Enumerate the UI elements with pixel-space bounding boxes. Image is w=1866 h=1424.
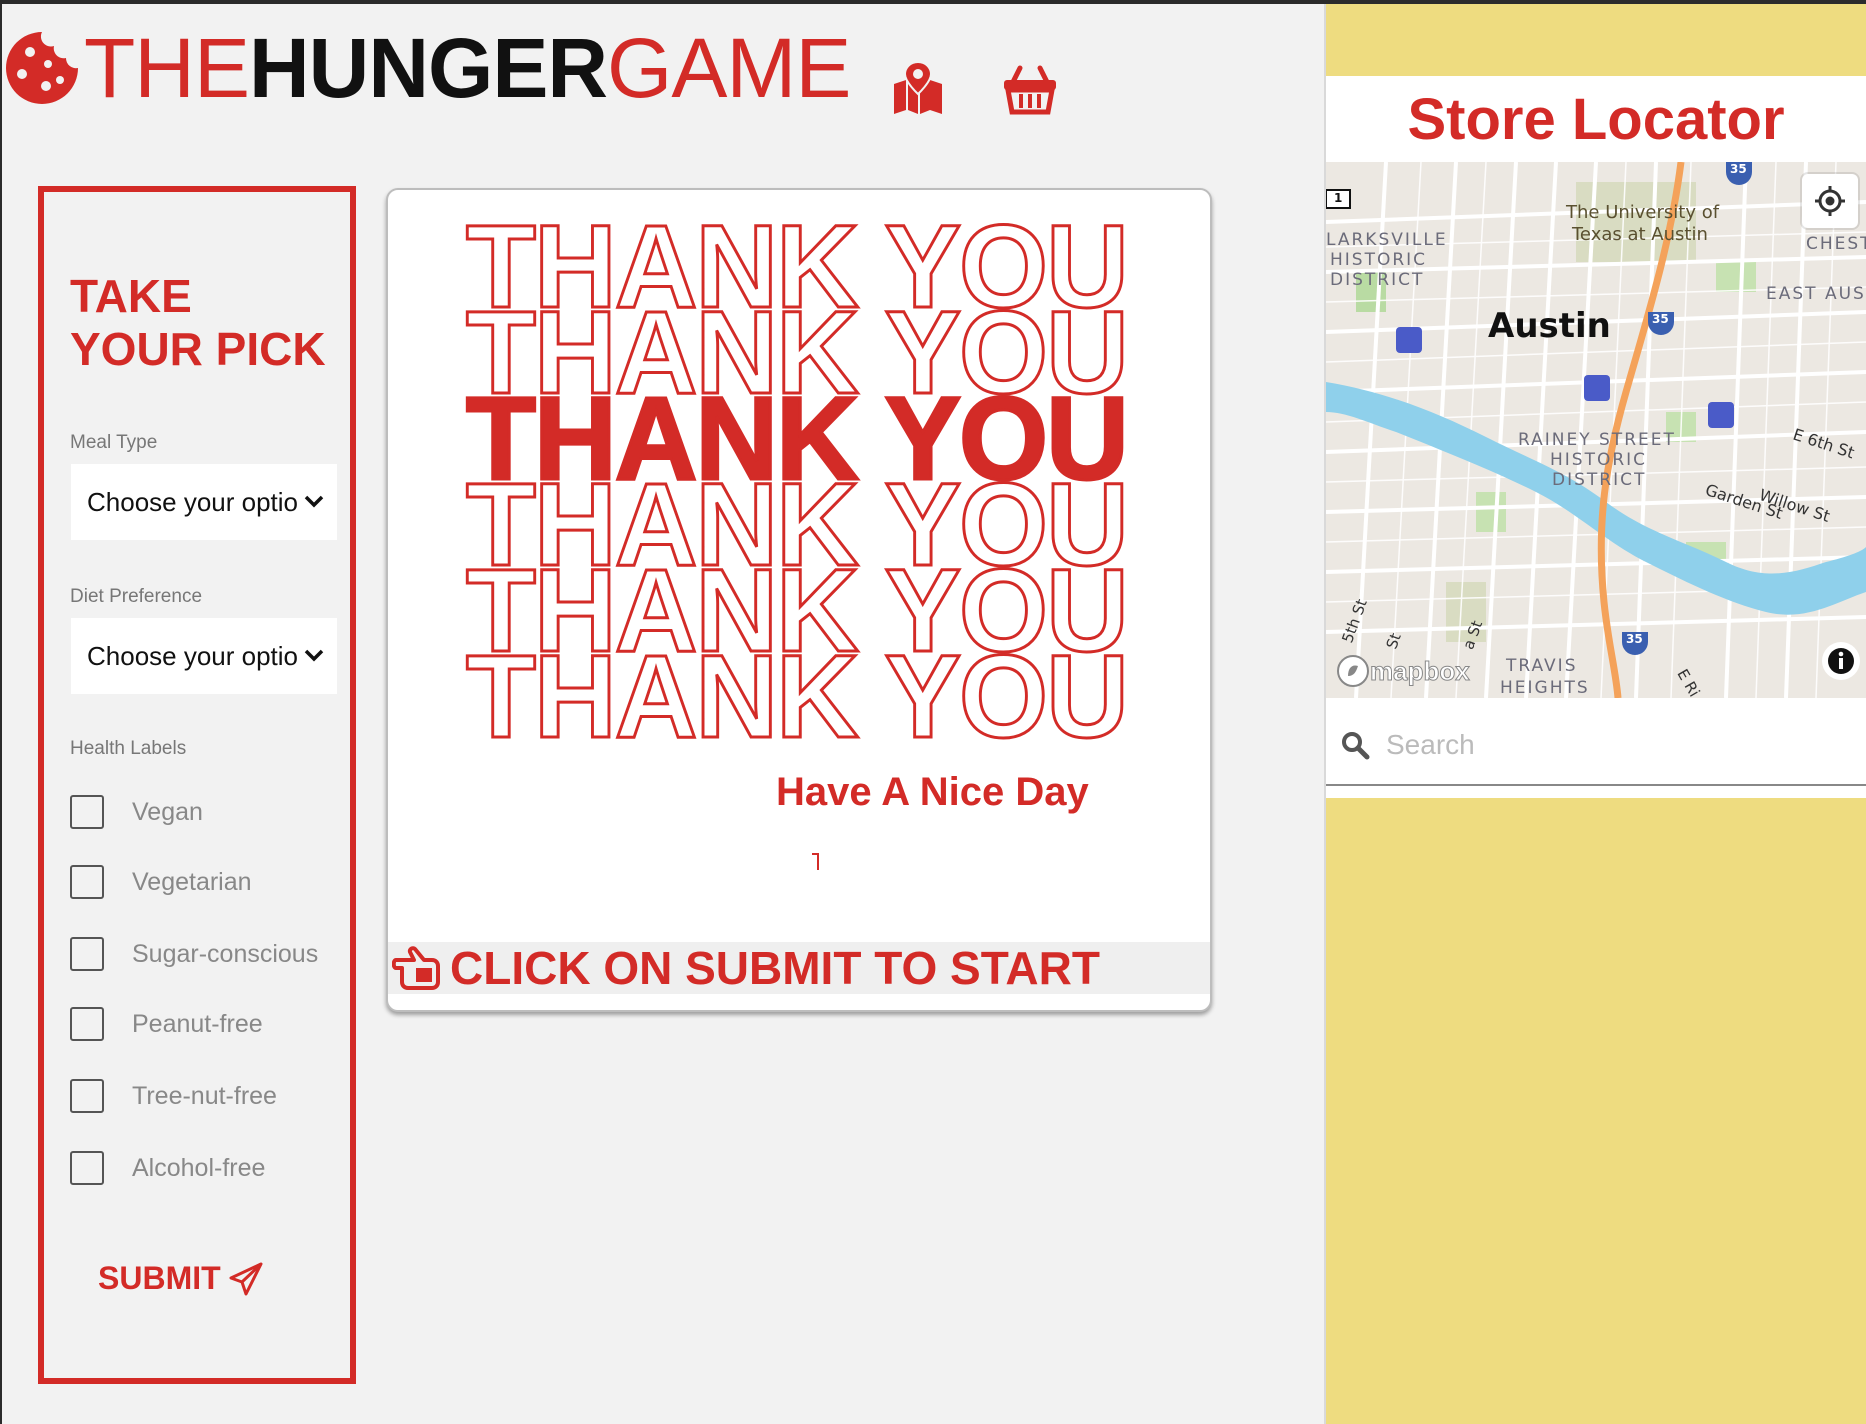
map-label-university-2: Texas at Austin <box>1572 224 1708 245</box>
map-label-rainey-3: DISTRICT <box>1552 470 1647 490</box>
brand-word-game: GAME <box>607 21 851 115</box>
filter-panel-title: TAKE YOUR PICK <box>70 270 350 376</box>
map-info-button[interactable] <box>1822 642 1860 680</box>
checkbox-label: Tree-nut-free <box>132 1081 277 1110</box>
checkbox-tree-nut-free[interactable]: Tree-nut-free <box>70 1076 277 1116</box>
brand-word-hunger: HUNGER <box>249 21 608 115</box>
map-label-city: Austin <box>1488 306 1611 346</box>
brand-logo[interactable]: THEHUNGERGAME <box>2 26 851 110</box>
info-icon <box>1828 648 1854 674</box>
store-locator-panel: Store Locator The University of Texas at… <box>1326 76 1866 798</box>
checkbox-sugar-conscious[interactable]: Sugar-conscious <box>70 934 318 974</box>
thank-you-graphic: THANK YOU THANK YOU THANK YOU THANK YOU … <box>465 207 1131 763</box>
diet-preference-label: Diet Preference <box>70 586 203 607</box>
health-labels-label: Health Labels <box>70 738 187 759</box>
search-icon <box>1342 732 1370 760</box>
map-label-hwy-3: 35 <box>1626 632 1643 646</box>
mapbox-wordmark: mapbox <box>1370 655 1471 686</box>
hand-pointing-icon <box>392 946 440 990</box>
map-icon[interactable] <box>890 60 946 116</box>
filter-title-line-1: TAKE <box>70 270 192 322</box>
checkbox-box[interactable] <box>70 937 104 971</box>
checkbox-label: Vegan <box>132 797 203 826</box>
store-search[interactable] <box>1326 706 1866 786</box>
checkbox-box[interactable] <box>70 1151 104 1185</box>
map-label-historic: HISTORIC <box>1330 250 1428 270</box>
crosshair-icon <box>1815 186 1845 216</box>
filter-title-line-2: YOUR PICK <box>70 323 326 375</box>
submit-label: SUBMIT <box>98 1260 221 1296</box>
store-locator-title: Store Locator <box>1407 87 1785 152</box>
store-map[interactable]: The University of Texas at Austin LARKSV… <box>1326 162 1866 698</box>
checkbox-label: Vegetarian <box>132 867 252 896</box>
checkbox-box[interactable] <box>70 865 104 899</box>
checkbox-label: Sugar-conscious <box>132 939 319 968</box>
map-label-hwy-1: 35 <box>1730 162 1747 176</box>
checkbox-label: Alcohol-free <box>132 1153 266 1182</box>
checkbox-peanut-free[interactable]: Peanut-free <box>70 1004 263 1044</box>
geolocate-button[interactable] <box>1802 174 1858 228</box>
start-prompt-text: CLICK ON SUBMIT TO START <box>450 942 1100 994</box>
filter-panel: TAKE YOUR PICK Meal Type Choose your opt… <box>38 186 356 1384</box>
paper-plane-icon <box>229 1262 263 1295</box>
checkbox-box[interactable] <box>70 1007 104 1041</box>
meal-type-select[interactable]: Choose your option <box>71 464 337 540</box>
brand-wordmark: THEHUNGERGAME <box>84 26 851 110</box>
chevron-down-icon <box>304 495 324 508</box>
store-search-input[interactable] <box>1384 728 1808 762</box>
start-prompt: CLICK ON SUBMIT TO START <box>388 942 1210 994</box>
checkbox-box[interactable] <box>70 795 104 829</box>
map-label-heights: HEIGHTS <box>1500 678 1590 698</box>
checkbox-label: Peanut-free <box>132 1009 263 1038</box>
map-label-rainey-2: HISTORIC <box>1550 450 1648 470</box>
map-label-chest: CHEST <box>1806 234 1866 254</box>
mapbox-logo-icon <box>1337 655 1369 687</box>
map-label-route: 1 <box>1334 191 1343 205</box>
map-label-university: The University of <box>1566 202 1720 223</box>
map-label-hwy-2: 35 <box>1652 312 1669 326</box>
diet-preference-value: Choose your option <box>87 640 297 671</box>
meal-type-label: Meal Type <box>70 432 158 453</box>
window-left-border <box>0 0 2 1424</box>
map-label-clarksville: LARKSVILLE <box>1326 230 1448 250</box>
diet-preference-select[interactable]: Choose your option <box>71 618 337 694</box>
brand-word-the: THE <box>84 21 250 115</box>
checkbox-alcohol-free[interactable]: Alcohol-free <box>70 1148 265 1188</box>
basket-icon[interactable] <box>1002 60 1058 116</box>
map-label-rainey: RAINEY STREET <box>1518 430 1676 450</box>
map-label-travis: TRAVIS <box>1506 656 1578 676</box>
checkbox-box[interactable] <box>70 1079 104 1113</box>
chevron-down-icon <box>304 649 324 662</box>
thank-you-line: THANK YOU <box>465 631 1131 763</box>
mapbox-attribution[interactable]: mapbox <box>1336 654 1470 688</box>
submit-button[interactable]: SUBMIT <box>98 1260 263 1297</box>
welcome-card: THANK YOU THANK YOU THANK YOU THANK YOU … <box>386 188 1212 1012</box>
checkbox-vegan[interactable]: Vegan <box>70 792 203 832</box>
map-label-district: DISTRICT <box>1330 270 1425 290</box>
meal-type-value: Choose your option <box>87 486 297 517</box>
checkbox-vegetarian[interactable]: Vegetarian <box>70 862 252 902</box>
have-a-nice-day-text: Have A Nice Day <box>776 770 1089 814</box>
cursor-mark <box>812 853 819 870</box>
map-label-east-austin: EAST AUS <box>1766 284 1866 304</box>
cookie-icon <box>6 32 78 104</box>
